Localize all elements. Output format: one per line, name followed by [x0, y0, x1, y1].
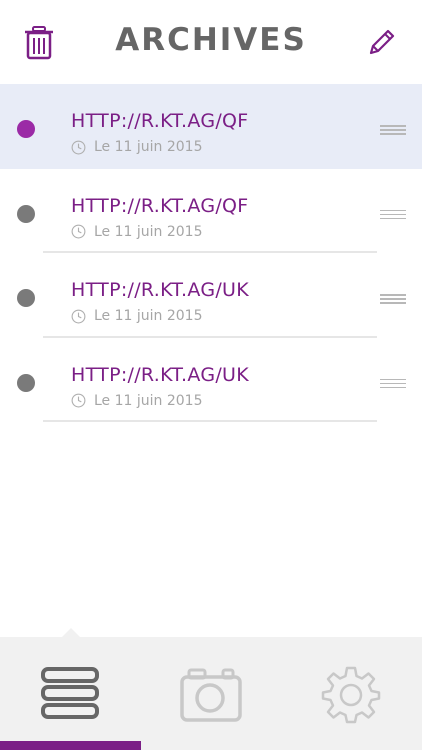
status-dot [17, 204, 35, 223]
drag-handle-icon[interactable] [380, 378, 406, 389]
header-bar: ARCHIVES [0, 0, 422, 84]
list-item[interactable]: HTTP://R.KT.AG/QF Le 11 juin 2015 [0, 84, 422, 169]
tab-archives[interactable] [0, 637, 140, 750]
tab-camera[interactable] [141, 637, 281, 750]
page-title: ARCHIVES [115, 22, 307, 58]
edit-button[interactable] [366, 26, 398, 62]
drag-handle-icon[interactable] [380, 209, 406, 220]
active-tab-indicator [0, 741, 141, 750]
pencil-icon [369, 29, 395, 55]
clock-icon [71, 393, 86, 408]
camera-icon [180, 668, 242, 722]
status-dot [17, 120, 35, 138]
gear-icon [321, 666, 381, 724]
tab-settings[interactable] [281, 637, 421, 750]
item-url: HTTP://R.KT.AG/QF [71, 194, 249, 217]
clock-icon [71, 140, 86, 154]
list-item[interactable]: HTTP://R.KT.AG/UK Le 11 juin 2015 [0, 253, 422, 338]
item-date: Le 11 juin 2015 [94, 139, 203, 155]
clock-icon [71, 309, 86, 323]
item-date: Le 11 juin 2015 [94, 223, 203, 240]
status-dot [17, 289, 35, 307]
drag-handle-icon[interactable] [380, 294, 406, 304]
status-dot [17, 373, 35, 392]
row-divider [43, 420, 377, 422]
item-date: Le 11 juin 2015 [94, 308, 203, 324]
item-url: HTTP://R.KT.AG/UK [71, 363, 250, 386]
clock-icon [71, 224, 86, 239]
tab-bar [0, 628, 422, 750]
item-url: HTTP://R.KT.AG/QF [71, 110, 249, 132]
item-url: HTTP://R.KT.AG/UK [71, 279, 250, 301]
list-icon [41, 667, 99, 719]
list-item[interactable]: HTTP://R.KT.AG/QF Le 11 juin 2015 [0, 169, 422, 253]
item-date: Le 11 juin 2015 [94, 392, 203, 409]
drag-handle-icon[interactable] [380, 125, 406, 135]
archive-list: HTTP://R.KT.AG/QF Le 11 juin 2015 HTTP:/… [0, 84, 422, 422]
list-item[interactable]: HTTP://R.KT.AG/UK Le 11 juin 2015 [0, 338, 422, 422]
